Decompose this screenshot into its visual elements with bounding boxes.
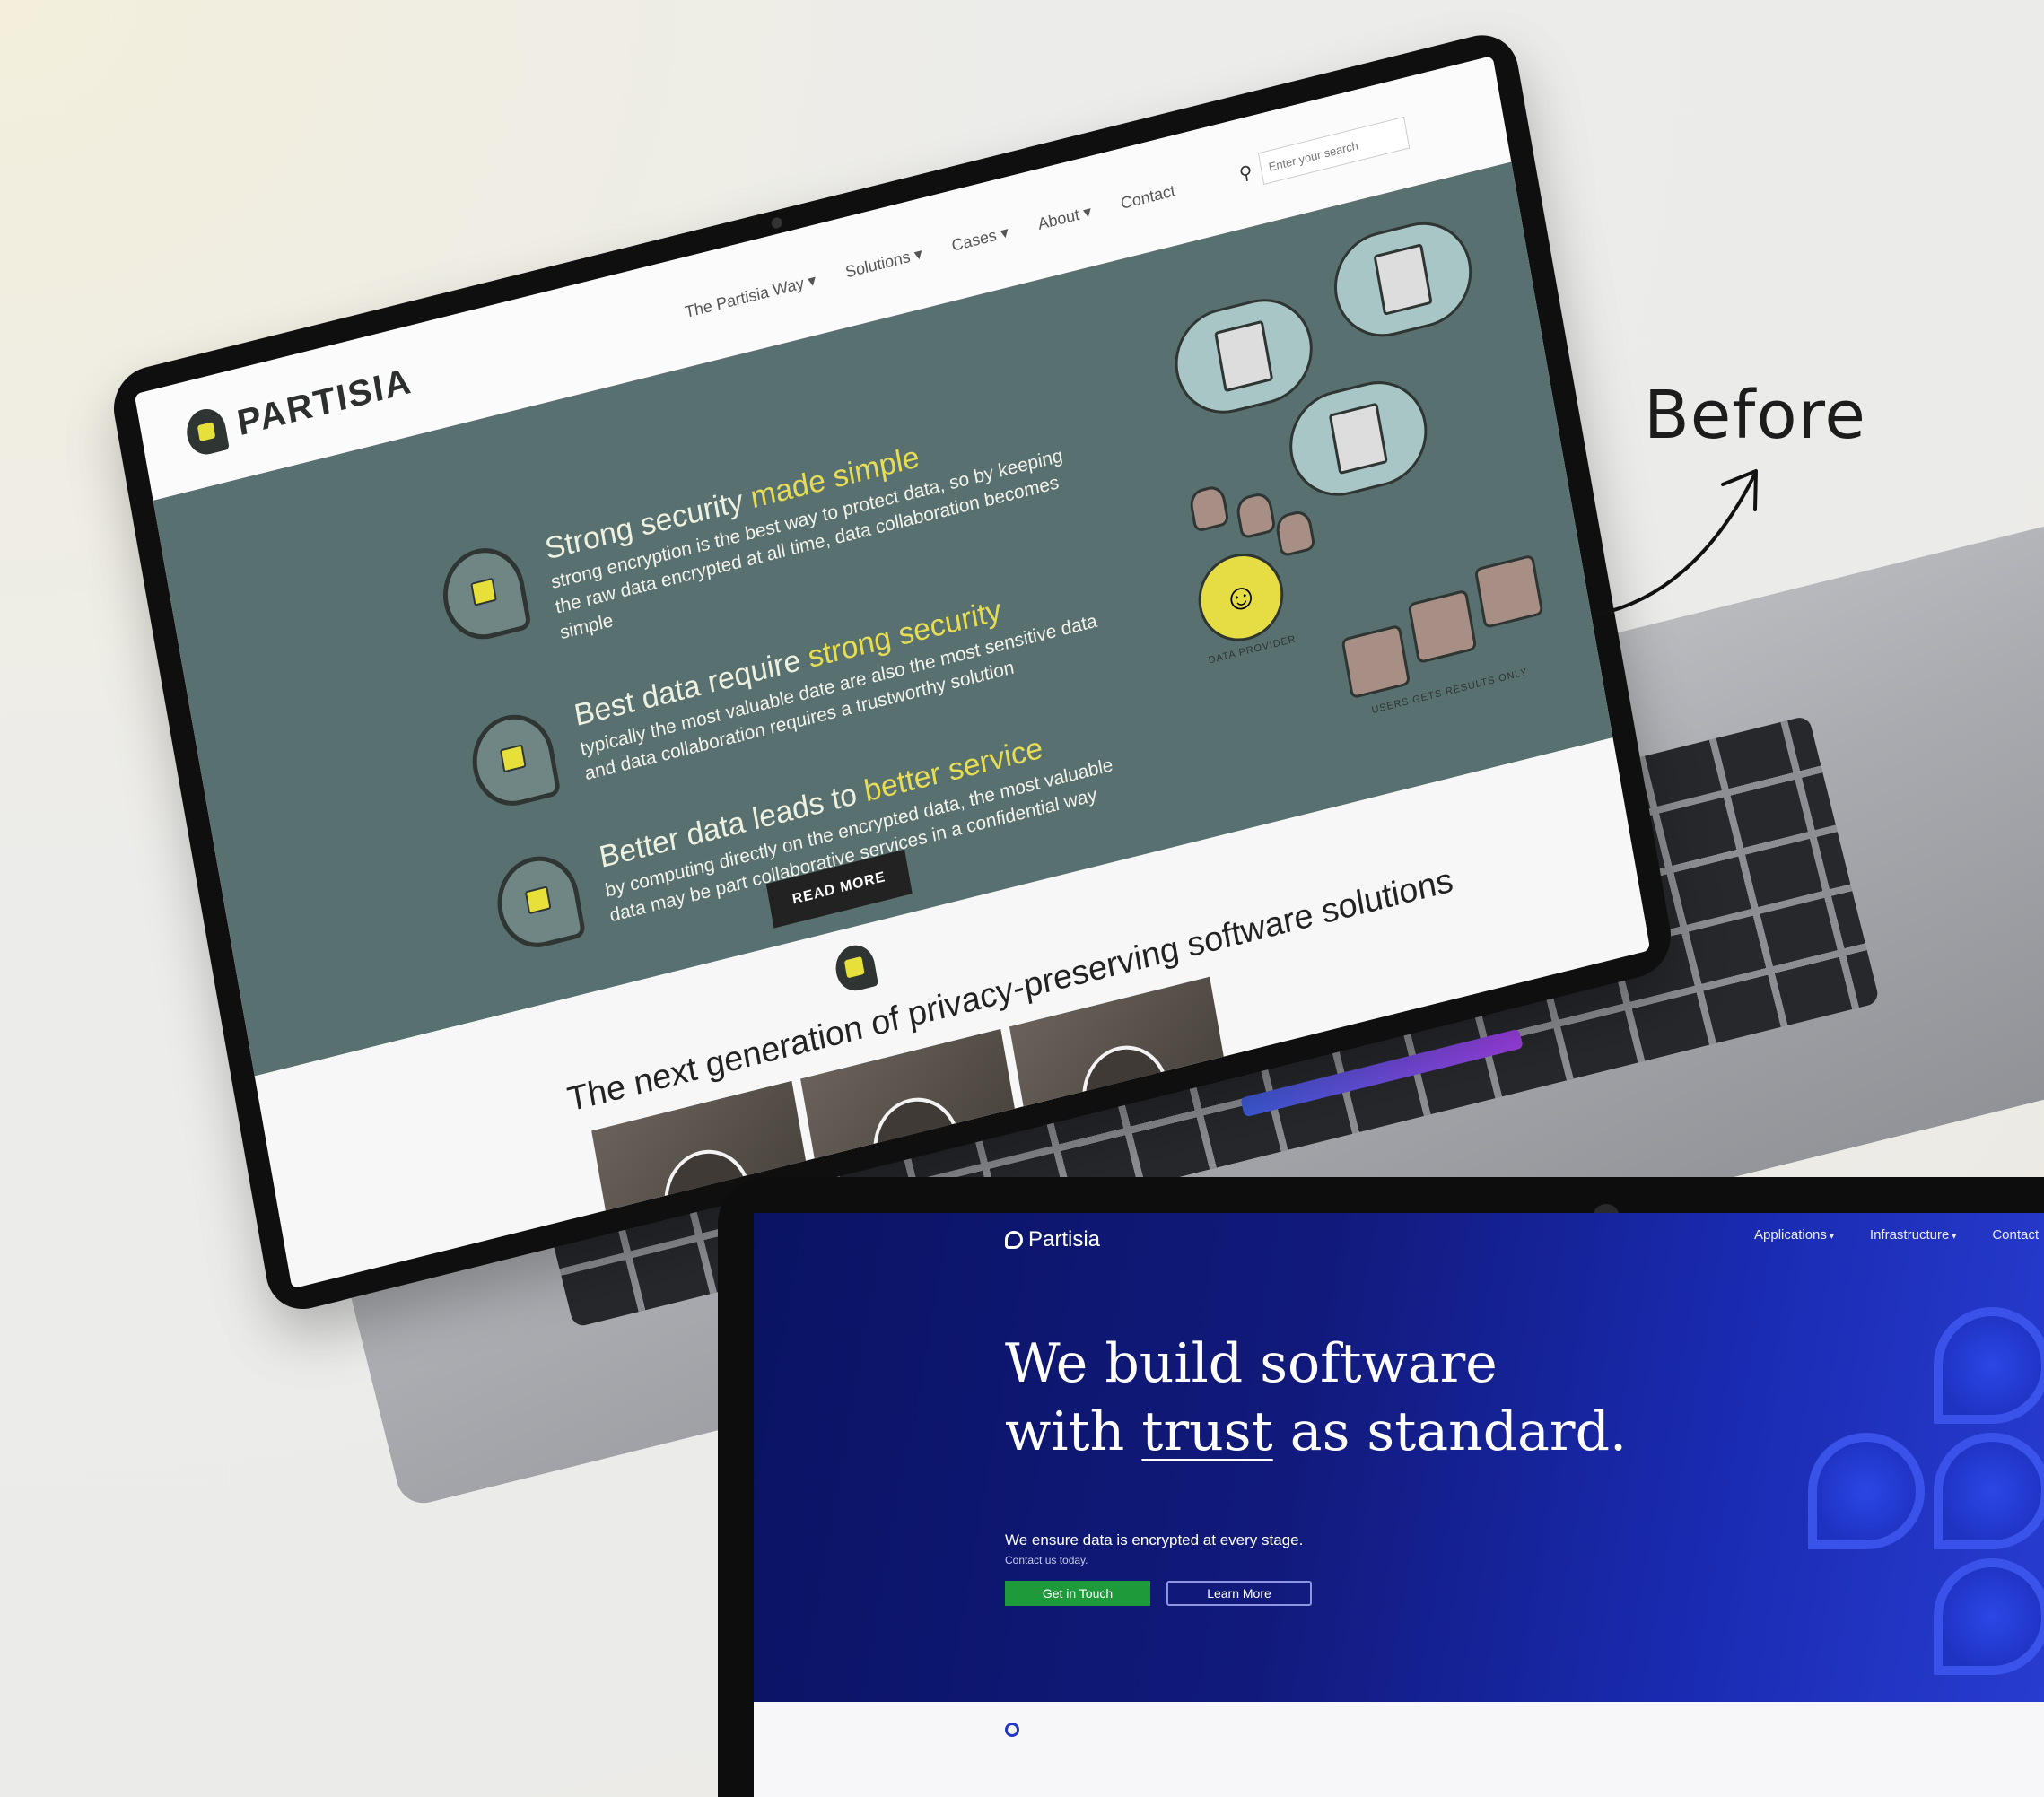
hero-subtitle-secondary: Contact us today. — [1005, 1554, 1088, 1566]
cloud-icon — [1325, 211, 1481, 348]
chevron-down-icon: ▾ — [1829, 1232, 1834, 1242]
chevron-down-icon: ▾ — [1952, 1232, 1957, 1242]
new-logo[interactable]: Partisia — [1005, 1227, 1100, 1252]
monitor-lock-icon — [1407, 589, 1478, 665]
nav-item-infrastructure[interactable]: Infrastructure ▾ — [1870, 1227, 1956, 1243]
new-website: Partisia Applications ▾ Infrastructure ▾ C… — [754, 1213, 2044, 1797]
cloud-icon — [1281, 370, 1436, 507]
partisia-shield-icon — [183, 405, 230, 459]
nav-item-contact[interactable]: Contact — [1119, 181, 1176, 214]
get-in-touch-button[interactable]: Get in Touch — [1005, 1581, 1150, 1606]
new-logo-text: Partisia — [1028, 1227, 1101, 1252]
lock-icon — [1273, 508, 1316, 558]
nav-item-solutions[interactable]: Solutions ▾ — [844, 244, 924, 282]
partisia-shield-icon — [832, 940, 879, 995]
shield-icon — [465, 705, 562, 815]
calculator-icon — [1214, 319, 1274, 393]
nav-item-contact[interactable]: Contact — [1992, 1227, 2039, 1243]
nav-item-about[interactable]: About ▾ — [1036, 202, 1093, 234]
nav-item-partisia-way[interactable]: The Partisia Way ▾ — [684, 270, 818, 321]
hero-headline: We build software with trust as standard… — [1005, 1332, 1628, 1464]
shield-icon — [436, 539, 532, 649]
old-search: ⚲ — [1236, 116, 1411, 190]
monitor-lock-icon — [1473, 554, 1544, 630]
section-icon — [1005, 1723, 1019, 1737]
search-input[interactable] — [1258, 116, 1411, 185]
before-label: Before — [1644, 377, 1866, 454]
nav-item-applications[interactable]: Applications ▾ — [1754, 1227, 1834, 1243]
arrow-icon — [1595, 469, 1758, 616]
partisia-logo-icon — [1005, 1231, 1023, 1249]
lock-icon — [1187, 483, 1230, 534]
monitor-lock-icon — [1341, 624, 1411, 700]
webcam-icon — [770, 216, 783, 230]
hero-subtitle: We ensure data is encrypted at every sta… — [1005, 1531, 1304, 1548]
calculator-icon — [1373, 243, 1433, 316]
calculator-icon — [1328, 402, 1388, 475]
new-hero: Partisia Applications ▾ Infrastructure ▾ C… — [754, 1213, 2044, 1702]
shield-icon — [490, 847, 587, 956]
cloud-icon — [1166, 287, 1321, 425]
new-menu: Applications ▾ Infrastructure ▾ Contact — [1754, 1227, 2039, 1243]
learn-more-button[interactable]: Learn More — [1166, 1581, 1312, 1606]
data-provider-icon: ☺ — [1192, 544, 1290, 650]
encryption-diagram: ☺ DATA PROVIDER USERS GETS RESULTS ONLY — [1122, 184, 1585, 773]
nav-item-cases[interactable]: Cases ▾ — [950, 222, 1010, 255]
old-logo-text: PARTISIA — [234, 360, 415, 443]
new-laptop-screen: Partisia Applications ▾ Infrastructure ▾ C… — [718, 1177, 2044, 1797]
new-nav-bar: Partisia Applications ▾ Infrastructure ▾ C… — [754, 1213, 2044, 1294]
lock-icon — [1234, 490, 1277, 540]
mockup-scene: PARTISIA The Partisia Way ▾ Solutions ▾ … — [0, 0, 2044, 1797]
search-icon[interactable]: ⚲ — [1237, 160, 1254, 185]
